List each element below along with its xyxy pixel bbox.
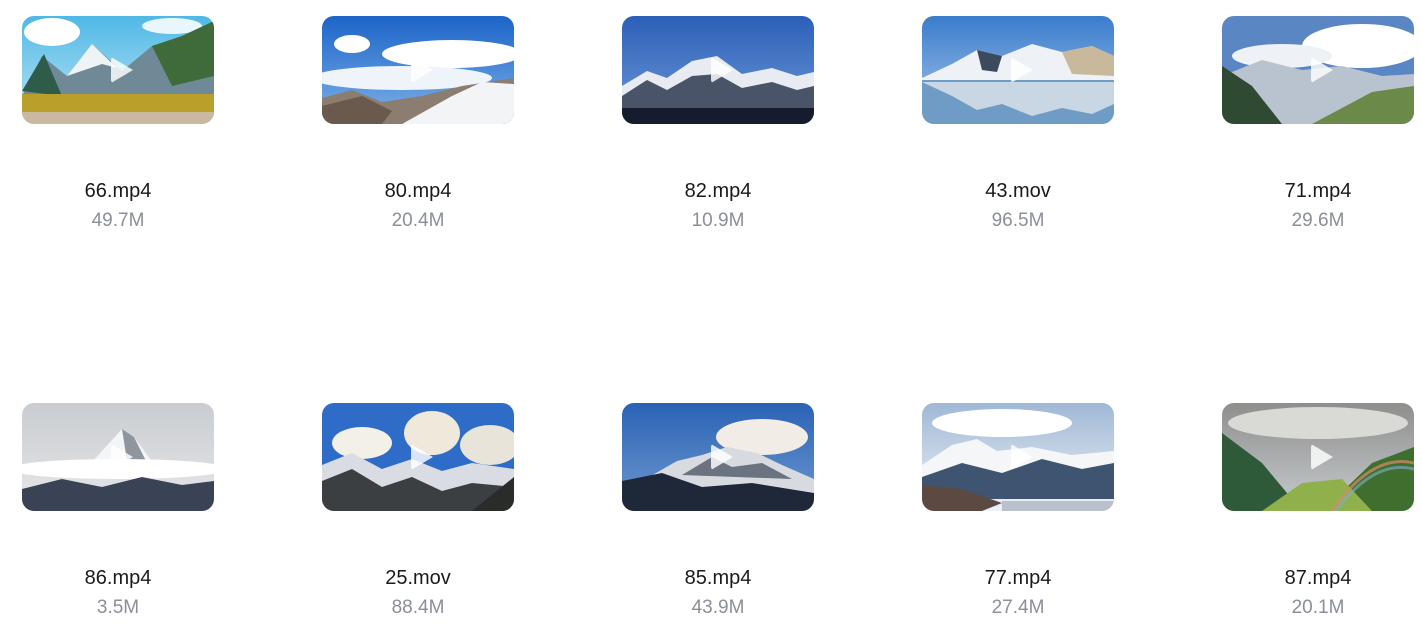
file-name: 87.mp4 — [1284, 567, 1352, 589]
video-thumbnail[interactable] — [622, 403, 814, 511]
video-tile[interactable]: 80.mp4 20.4M — [322, 16, 514, 231]
play-icon — [111, 444, 133, 470]
video-tile[interactable]: 86.mp4 3.5M — [22, 403, 214, 618]
play-icon — [411, 444, 433, 470]
video-thumbnail[interactable] — [22, 16, 214, 124]
file-name: 66.mp4 — [84, 180, 152, 202]
video-tile[interactable]: 87.mp4 20.1M — [1222, 403, 1414, 618]
video-thumbnail[interactable] — [622, 16, 814, 124]
file-size: 29.6M — [1291, 210, 1345, 231]
file-size: 10.9M — [691, 210, 745, 231]
video-tile[interactable]: 77.mp4 27.4M — [922, 403, 1114, 618]
video-thumbnail[interactable] — [922, 16, 1114, 124]
file-size: 49.7M — [91, 210, 145, 231]
file-size: 20.4M — [391, 210, 445, 231]
file-size: 27.4M — [991, 597, 1045, 618]
video-thumbnail[interactable] — [922, 403, 1114, 511]
file-name: 25.mov — [385, 567, 451, 589]
play-icon — [711, 444, 733, 470]
video-tile[interactable]: 43.mov 96.5M — [922, 16, 1114, 231]
play-icon — [1311, 444, 1333, 470]
file-size: 88.4M — [391, 597, 445, 618]
file-name: 82.mp4 — [684, 180, 752, 202]
file-size: 3.5M — [96, 597, 140, 618]
file-name: 71.mp4 — [1284, 180, 1352, 202]
file-name: 80.mp4 — [384, 180, 452, 202]
video-thumbnail[interactable] — [322, 16, 514, 124]
play-icon — [1311, 57, 1333, 83]
video-tile[interactable]: 25.mov 88.4M — [322, 403, 514, 618]
play-icon — [711, 57, 733, 83]
file-size: 20.1M — [1291, 597, 1345, 618]
video-file-grid: 66.mp4 49.7M 80.mp4 20.4M 82.mp4 10.9M 4… — [0, 0, 1422, 624]
file-size: 96.5M — [991, 210, 1045, 231]
video-tile[interactable]: 85.mp4 43.9M — [622, 403, 814, 618]
play-icon — [411, 57, 433, 83]
video-thumbnail[interactable] — [22, 403, 214, 511]
file-name: 43.mov — [985, 180, 1051, 202]
file-name: 77.mp4 — [984, 567, 1052, 589]
video-tile[interactable]: 82.mp4 10.9M — [622, 16, 814, 231]
play-icon — [1011, 57, 1033, 83]
file-name: 85.mp4 — [684, 567, 752, 589]
file-name: 86.mp4 — [84, 567, 152, 589]
play-icon — [111, 57, 133, 83]
play-icon — [1011, 444, 1033, 470]
file-size: 43.9M — [691, 597, 745, 618]
video-thumbnail[interactable] — [1222, 403, 1414, 511]
video-thumbnail[interactable] — [1222, 16, 1414, 124]
video-tile[interactable]: 66.mp4 49.7M — [22, 16, 214, 231]
video-tile[interactable]: 71.mp4 29.6M — [1222, 16, 1414, 231]
video-thumbnail[interactable] — [322, 403, 514, 511]
